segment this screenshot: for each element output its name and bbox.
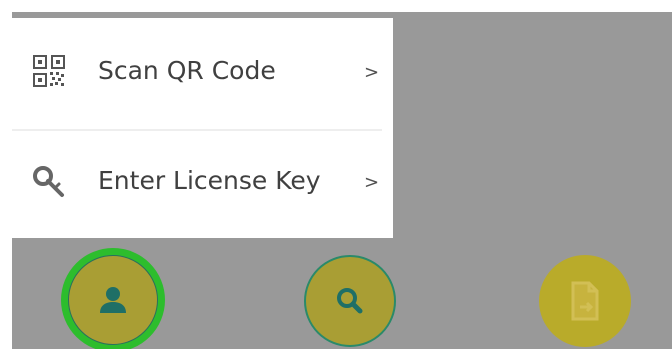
search-nav-button[interactable] — [304, 255, 396, 347]
profile-nav-button[interactable] — [61, 248, 165, 349]
top-white-strip — [0, 0, 672, 12]
qr-code-icon — [33, 55, 65, 87]
chevron-right-icon: > — [364, 172, 380, 193]
scan-qr-code-label: Scan QR Code — [98, 56, 276, 85]
person-icon — [100, 287, 126, 313]
left-white-strip — [0, 12, 12, 349]
enter-license-key-item[interactable]: Enter License Key > — [12, 130, 393, 238]
profile-button-circle — [68, 255, 158, 345]
app-screen: Scan QR Code > Enter License Key > — [0, 0, 672, 349]
document-icon — [571, 281, 599, 321]
search-icon — [337, 288, 363, 314]
key-icon — [33, 166, 64, 197]
chevron-right-icon: > — [364, 62, 380, 83]
enter-license-key-label: Enter License Key — [98, 166, 321, 195]
scan-qr-code-item[interactable]: Scan QR Code > — [12, 20, 393, 128]
license-options-menu: Scan QR Code > Enter License Key > — [12, 18, 393, 238]
document-nav-button[interactable] — [539, 255, 631, 347]
